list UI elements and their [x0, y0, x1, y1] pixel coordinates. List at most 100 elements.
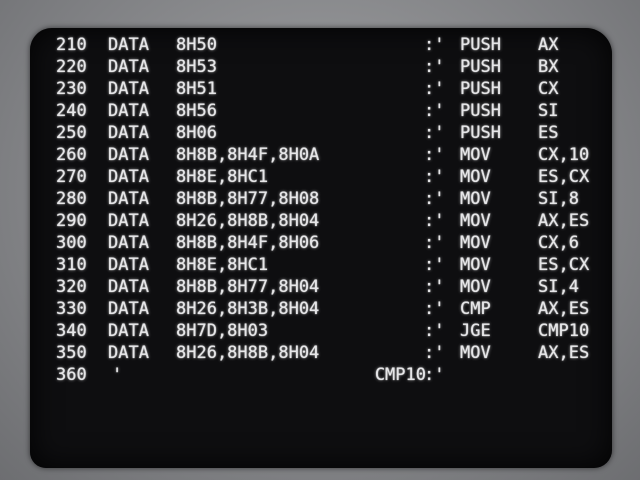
code-line: 250 DATA 8H06 :' PUSH ES: [30, 122, 612, 144]
code-line: 260 DATA 8H8B,8H4F,8H0A:' MOV CX,10: [30, 144, 612, 166]
asm-operands: CX,6: [538, 233, 579, 253]
asm-opcode: MOV: [460, 343, 491, 363]
line-number: 210: [56, 35, 87, 55]
code-line: 290 DATA 8H26,8H8B,8H04:' MOV AX,ES: [30, 210, 612, 232]
data-values: 8H8E,8HC1: [176, 167, 269, 187]
data-keyword: DATA: [108, 255, 149, 275]
asm-operands: ES: [538, 123, 559, 143]
data-keyword: DATA: [108, 145, 149, 165]
comment-separator: :': [424, 321, 445, 341]
crt-screen: 210 DATA 8H50:' PUSH AX 220 DATA 8H53:' PUSH BX 23…: [30, 28, 612, 468]
line-number: 260: [56, 145, 87, 165]
asm-opcode: PUSH: [460, 123, 501, 143]
code-line: 340 DATA 8H7D,8H03:' JGE CMP10: [30, 320, 612, 342]
code-line: 320 DATA 8H8B,8H77,8H04:' MOV SI,4: [30, 276, 612, 298]
code-line: 310 DATA 8H8E,8HC1 :' MOV ES,CX: [30, 254, 612, 276]
asm-operands: ES,CX: [538, 167, 590, 187]
comment-separator: :': [424, 277, 445, 297]
comment-separator: :': [424, 343, 445, 363]
line-number: 270: [56, 167, 87, 187]
line-number: 310: [56, 255, 87, 275]
comment-separator: :': [424, 233, 445, 253]
line-number: 240: [56, 101, 87, 121]
asm-operands: CX,10: [538, 145, 590, 165]
data-keyword: DATA: [108, 79, 149, 99]
comment-separator: :': [424, 79, 445, 99]
line-number: 340: [56, 321, 87, 341]
comment-separator: :': [424, 57, 445, 77]
code-line: 330 DATA 8H26,8H3B,8H04 :' CMP AX,ES: [30, 298, 612, 320]
data-keyword: DATA: [108, 299, 149, 319]
asm-operands: ES,CX: [538, 255, 590, 275]
asm-opcode: MOV: [460, 233, 491, 253]
data-keyword: DATA: [108, 167, 149, 187]
comment-separator: :': [424, 101, 445, 121]
code-line: 230 DATA 8H51 :' PUSH CX: [30, 78, 612, 100]
line-number: 320: [56, 277, 87, 297]
data-values: 8H51: [176, 79, 217, 99]
code-line: 210 DATA 8H50:' PUSH AX: [30, 34, 612, 56]
data-keyword: DATA: [108, 57, 149, 77]
code-line-last: 360 ' CMP10:': [30, 364, 612, 386]
data-keyword: DATA: [108, 101, 149, 121]
data-values: 8H53: [176, 57, 217, 77]
comment-separator: :': [424, 299, 445, 319]
data-values: 8H26,8H3B,8H04: [176, 299, 320, 319]
asm-operands: CX: [538, 79, 559, 99]
asm-operands: SI,8: [538, 189, 579, 209]
asm-opcode: CMP: [460, 299, 491, 319]
asm-operands: SI,4: [538, 277, 579, 297]
data-values: 8H8E,8HC1: [176, 255, 269, 275]
code-line: 300 DATA 8H8B,8H4F,8H06:' MOV CX,6: [30, 232, 612, 254]
data-values: 8H8B,8H77,8H08: [176, 189, 320, 209]
line-number: 300: [56, 233, 87, 253]
comment-separator: :': [424, 255, 445, 275]
asm-opcode: MOV: [460, 255, 491, 275]
code-line: 270 DATA 8H8E,8HC1 :' MOV ES,CX: [30, 166, 612, 188]
data-values: 8H06: [176, 123, 217, 143]
line-number: 330: [56, 299, 87, 319]
data-keyword: DATA: [108, 189, 149, 209]
line-number: 250: [56, 123, 87, 143]
asm-operands: AX: [538, 35, 559, 55]
asm-operands: CMP10: [538, 321, 590, 341]
asm-opcode: PUSH: [460, 35, 501, 55]
comment-separator: :': [424, 189, 445, 209]
code-line: 350 DATA 8H26,8H8B,8H04 :' MOV AX,ES: [30, 342, 612, 364]
data-keyword: DATA: [108, 233, 149, 253]
asm-opcode: PUSH: [460, 57, 501, 77]
data-keyword: DATA: [108, 277, 149, 297]
line-number: 360: [56, 365, 87, 385]
code-line: 280 DATA 8H8B,8H77,8H08 :' MOV SI,8: [30, 188, 612, 210]
asm-operands: AX,ES: [538, 299, 590, 319]
asm-opcode: MOV: [460, 277, 491, 297]
asm-opcode: JGE: [460, 321, 491, 341]
data-keyword: DATA: [108, 343, 149, 363]
line-number: 230: [56, 79, 87, 99]
comment-separator: :': [424, 123, 445, 143]
asm-operands: SI: [538, 101, 559, 121]
line-number: 220: [56, 57, 87, 77]
data-keyword: DATA: [108, 123, 149, 143]
code-line: 240 DATA 8H56:' PUSH SI: [30, 100, 612, 122]
asm-opcode: MOV: [460, 189, 491, 209]
line-number: 350: [56, 343, 87, 363]
data-keyword: DATA: [108, 211, 149, 231]
code-line: 220 DATA 8H53 :' PUSH BX: [30, 56, 612, 78]
data-values: 8H26,8H8B,8H04: [176, 343, 320, 363]
line-number: 280: [56, 189, 87, 209]
asm-opcode: PUSH: [460, 79, 501, 99]
asm-operands: BX: [538, 57, 559, 77]
asm-label: CMP10: [374, 365, 426, 385]
asm-opcode: MOV: [460, 167, 491, 187]
comment-separator: :': [424, 365, 445, 385]
comment-separator: :': [424, 211, 445, 231]
asm-operands: AX,ES: [538, 343, 590, 363]
asm-opcode: MOV: [460, 211, 491, 231]
line-number: 290: [56, 211, 87, 231]
data-values: 8H50: [176, 35, 217, 55]
comment-separator: :': [424, 167, 445, 187]
asm-opcode: PUSH: [460, 101, 501, 121]
data-values: 8H26,8H8B,8H04: [176, 211, 320, 231]
comment-separator: :': [424, 35, 445, 55]
